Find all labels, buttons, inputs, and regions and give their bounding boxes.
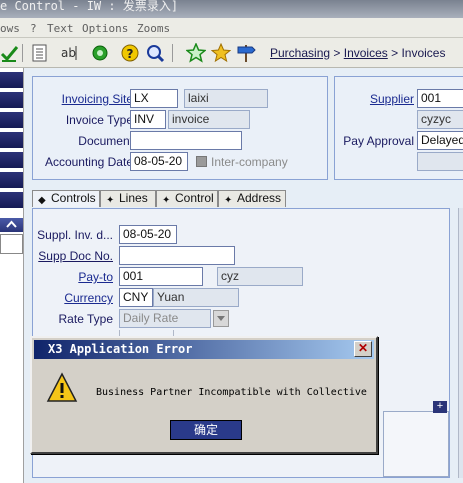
check-edit-icon[interactable] [0,43,20,63]
currency-field[interactable]: CNY [119,288,153,307]
menu-item-help[interactable]: ? [30,22,37,35]
invoice-type-label: Invoice Type [65,113,133,127]
supp-doc-no-field[interactable] [119,246,235,265]
help-icon[interactable]: ? [120,43,140,63]
accounting-date-label: Accounting Date [44,155,133,169]
left-navigation [0,68,24,483]
document-label: Document [78,134,133,148]
supplier-panel: Supplier 001 cyzyc Pay Approval Delayed [334,76,463,180]
diamond-icon: ◆ [38,195,46,206]
dialog-title-bar: X3 Application Error [34,340,374,359]
svg-text:ab: ab [61,46,76,60]
error-dialog: X3 Application Error ✕ Business Partner … [30,336,378,454]
accounting-date-field[interactable]: 08-05-20 [130,152,188,171]
warning-icon [46,372,78,402]
search-icon[interactable] [145,43,165,63]
pay-approval-select[interactable]: Delayed [417,131,463,150]
menu-item-windows[interactable]: ows [0,22,20,35]
pay-approval-label: Pay Approval [343,134,414,148]
menu-item-zooms[interactable]: Zooms [137,22,170,35]
breadcrumb-invoices[interactable]: Invoices [344,46,388,60]
intercompany-checkbox[interactable] [196,156,207,167]
tab-label: Address [237,191,282,205]
supplier-name: cyzyc [417,110,463,129]
tab-label: Controls [51,191,96,205]
text-field-icon[interactable]: ab [60,43,80,63]
nav-bar-item[interactable] [0,112,23,128]
rate-type-select[interactable]: Daily Rate [119,309,211,328]
invoicing-site-label[interactable]: Invoicing Site [59,92,133,106]
tab-lines[interactable]: ✦ Lines [100,190,156,207]
tab-label: Lines [119,191,148,205]
breadcrumb-separator: > [330,46,344,60]
star-icon[interactable] [211,43,231,63]
toolbar-separator [172,44,173,62]
suppl-inv-date-label: Suppl. Inv. d... [37,228,113,242]
nav-bar-item[interactable] [0,152,23,168]
breadcrumb-purchasing[interactable]: Purchasing [270,46,330,60]
rate-type-label: Rate Type [58,312,113,326]
menu-item-options[interactable]: Options [82,22,128,35]
currency-label[interactable]: Currency [35,291,113,305]
arrow-icon: ✦ [106,195,115,206]
document-field[interactable] [130,131,242,150]
pay-to-field[interactable]: 001 [119,267,203,286]
collapse-icon[interactable] [0,218,23,232]
tab-label: Control [175,191,214,205]
ok-button[interactable]: 确定 [169,419,243,441]
svg-text:?: ? [127,47,134,61]
expand-icon[interactable]: + [433,401,447,413]
invoicing-site-name: laixi [184,89,268,108]
close-icon[interactable]: ✕ [354,341,372,357]
scrollbar[interactable] [458,208,463,478]
nav-bar-item[interactable] [0,192,23,208]
supp-doc-no-label: Supp Doc No. [38,249,113,263]
menu-item-text[interactable]: Text [47,22,74,35]
star-outline-icon[interactable] [186,43,206,63]
breadcrumb-current: Invoices [401,46,446,60]
supplier-label[interactable]: Supplier [335,92,414,106]
document-list-icon[interactable] [30,43,50,63]
signpost-icon[interactable] [236,43,256,63]
arrow-icon: ✦ [224,195,233,206]
nav-bar-item[interactable] [0,92,23,108]
pay-approval-extra [417,152,463,171]
nav-input[interactable] [0,234,23,254]
window-title: e Control - IW : 发票录入] [0,0,179,13]
dialog-message: Business Partner Incompatible with Colle… [96,387,367,398]
tab-control[interactable]: ✦ Control [156,190,218,207]
nav-bar-item[interactable] [0,132,23,148]
menu-bar: ows ? Text Options Zooms [0,18,463,38]
supplier-field[interactable]: 001 [417,89,463,108]
breadcrumb-separator: > [387,46,402,60]
toolbar: ab ? Purchasing > Invoices > Invoices [0,38,463,68]
invoice-header-panel: Invoicing Site LX laixi Invoice Type INV… [32,76,328,180]
tab-address[interactable]: ✦ Address [218,190,286,207]
window-title-bar: e Control - IW : 发票录入] [0,0,463,18]
breadcrumb: Purchasing > Invoices > Invoices [270,46,445,60]
currency-name: Yuan [153,288,239,307]
toolbar-separator [22,44,23,62]
invoice-type-name: invoice [168,110,250,129]
suppl-inv-date-field[interactable]: 08-05-20 [119,225,177,244]
side-grid [383,411,449,477]
gear-icon[interactable] [90,43,110,63]
invoice-type-field[interactable]: INV [130,110,166,129]
invoicing-site-field[interactable]: LX [130,89,178,108]
dialog-title: X3 Application Error [48,342,193,356]
nav-bar-item[interactable] [0,172,23,188]
arrow-icon: ✦ [162,195,171,206]
intercompany-label: Inter-company [211,155,288,169]
nav-bar-item[interactable] [0,72,23,88]
pay-to-label[interactable]: Pay-to [35,270,113,284]
chevron-down-icon[interactable] [213,310,229,327]
pay-to-name: cyz [217,267,303,286]
tab-controls[interactable]: ◆ Controls [32,190,100,207]
